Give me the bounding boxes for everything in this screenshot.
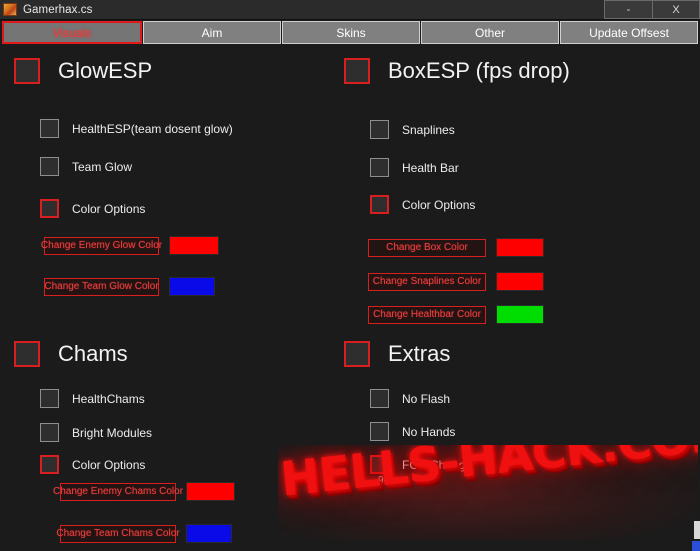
window-title: Gamerhax.cs (23, 3, 93, 16)
boxesp-header: BoxESP (fps drop) (330, 58, 570, 84)
extras-option-fov-changer[interactable]: FOV Changer (330, 455, 476, 474)
bright-modules-label: Bright Modules (72, 425, 153, 440)
boxesp-enable-checkbox[interactable] (344, 58, 370, 84)
extras-enable-checkbox[interactable] (344, 341, 370, 367)
tab-other[interactable]: Other (421, 21, 559, 44)
chams-option-healthchams[interactable]: HealthChams (0, 389, 145, 408)
boxesp-option-health-bar[interactable]: Health Bar (330, 158, 459, 177)
team-glow-color-swatch[interactable] (169, 277, 215, 296)
chams-header: Chams (0, 341, 128, 367)
boxesp-option-snaplines[interactable]: Snaplines (330, 120, 455, 139)
healthesp-checkbox[interactable] (40, 119, 59, 138)
team-glow-label: Team Glow (72, 159, 133, 174)
glowesp-enemy-color-row: Change Enemy Glow Color (0, 236, 219, 255)
chams-color-options-label: Color Options (72, 457, 146, 472)
healthesp-label: HealthESP(team dosent glow) (72, 121, 233, 136)
boxesp-box-color-row: Change Box Color (324, 238, 544, 257)
tab-update-offsest[interactable]: Update Offsest (560, 21, 698, 44)
no-hands-checkbox[interactable] (370, 422, 389, 441)
chams-title: Chams (58, 341, 128, 366)
health-bar-checkbox[interactable] (370, 158, 389, 177)
chams-enemy-color-row: Change Enemy Chams Color (16, 482, 235, 501)
tab-visuals[interactable]: Visuals (2, 21, 142, 44)
snaplines-color-swatch[interactable] (496, 272, 544, 291)
chams-enable-checkbox[interactable] (14, 341, 40, 367)
change-snaplines-color-button[interactable]: Change Snaplines Color (368, 272, 486, 291)
no-flash-checkbox[interactable] (370, 389, 389, 408)
team-chams-color-swatch[interactable] (186, 524, 232, 543)
health-bar-label: Health Bar (402, 160, 459, 175)
boxesp-healthbar-color-row: Change Healthbar Color (324, 305, 544, 324)
enemy-chams-color-swatch[interactable] (186, 482, 235, 501)
edge-accent (692, 541, 700, 551)
chams-team-color-row: Change Team Chams Color (16, 524, 232, 543)
fov-value-display[interactable]: 90 (378, 475, 389, 486)
enemy-glow-color-swatch[interactable] (169, 236, 219, 255)
close-button[interactable]: X (652, 0, 700, 19)
glowesp-color-options-checkbox[interactable] (40, 199, 59, 218)
scrollbar-edge[interactable] (694, 521, 700, 539)
no-hands-label: No Hands (402, 424, 456, 439)
title-bar: Gamerhax.cs - X (0, 0, 700, 20)
fov-changer-checkbox[interactable] (370, 455, 389, 474)
change-enemy-chams-color-button[interactable]: Change Enemy Chams Color (53, 482, 183, 501)
glowesp-title: GlowESP (58, 58, 153, 83)
healthchams-checkbox[interactable] (40, 389, 59, 408)
change-team-chams-color-button[interactable]: Change Team Chams Color (56, 524, 180, 543)
boxesp-title: BoxESP (fps drop) (388, 58, 570, 83)
minimize-button[interactable]: - (604, 0, 652, 19)
chams-option-bright-modules[interactable]: Bright Modules (0, 423, 152, 442)
boxesp-color-options-checkbox[interactable] (370, 195, 389, 214)
tab-bar: Visuals Aim Skins Other Update Offsest (0, 21, 700, 45)
no-flash-label: No Flash (402, 391, 451, 406)
snaplines-checkbox[interactable] (370, 120, 389, 139)
snaplines-label: Snaplines (402, 122, 455, 137)
glowesp-team-color-row: Change Team Glow Color (0, 277, 215, 296)
box-color-swatch[interactable] (496, 238, 544, 257)
team-glow-checkbox[interactable] (40, 157, 59, 176)
extras-header: Extras (330, 341, 450, 367)
application-window: Gamerhax.cs - X Visuals Aim Skins Other … (0, 0, 700, 551)
bright-modules-checkbox[interactable] (40, 423, 59, 442)
content-area: GlowESP HealthESP(team dosent glow) Team… (0, 46, 700, 551)
app-icon (3, 3, 17, 16)
change-box-color-button[interactable]: Change Box Color (368, 238, 486, 257)
healthchams-label: HealthChams (72, 391, 145, 406)
change-healthbar-color-button[interactable]: Change Healthbar Color (368, 305, 486, 324)
glowesp-enable-checkbox[interactable] (14, 58, 40, 84)
tab-skins[interactable]: Skins (282, 21, 420, 44)
glowesp-option-healthesp[interactable]: HealthESP(team dosent glow) (0, 119, 233, 138)
extras-option-no-hands[interactable]: No Hands (330, 422, 455, 441)
glowesp-header: GlowESP (0, 58, 152, 84)
extras-title: Extras (388, 341, 451, 366)
fov-changer-label: FOV Changer (402, 457, 477, 472)
chams-color-options-checkbox[interactable] (40, 455, 59, 474)
glowesp-option-team-glow[interactable]: Team Glow (0, 157, 132, 176)
chams-option-color-options[interactable]: Color Options (0, 455, 145, 474)
boxesp-snaplines-color-row: Change Snaplines Color (324, 272, 544, 291)
healthbar-color-swatch[interactable] (496, 305, 544, 324)
boxesp-color-options-label: Color Options (402, 197, 476, 212)
tab-aim[interactable]: Aim (143, 21, 281, 44)
glowesp-option-color-options[interactable]: Color Options (0, 199, 145, 218)
change-enemy-glow-color-button[interactable]: Change Enemy Glow Color (41, 236, 162, 255)
extras-option-no-flash[interactable]: No Flash (330, 389, 450, 408)
glowesp-color-options-label: Color Options (72, 201, 146, 216)
boxesp-option-color-options[interactable]: Color Options (330, 195, 475, 214)
change-team-glow-color-button[interactable]: Change Team Glow Color (44, 277, 159, 296)
